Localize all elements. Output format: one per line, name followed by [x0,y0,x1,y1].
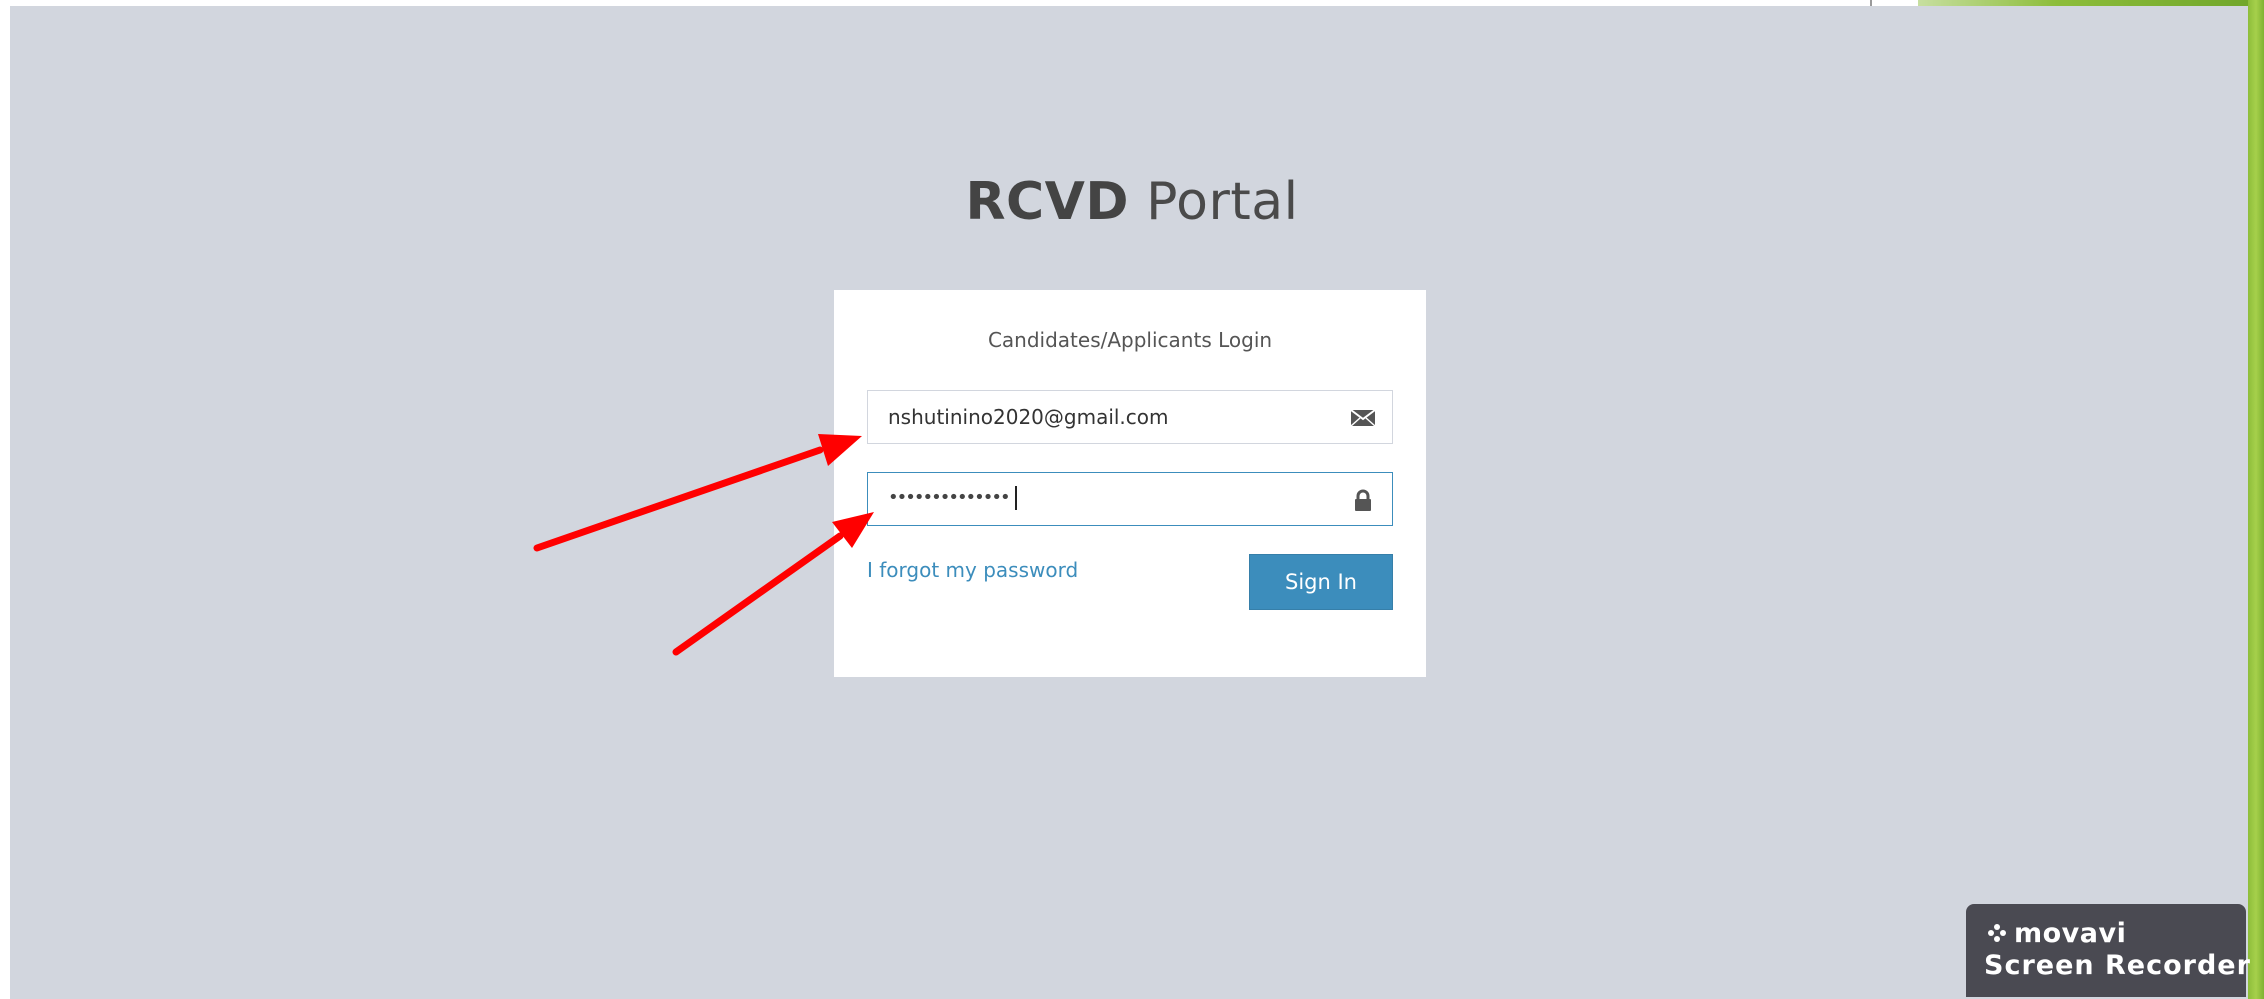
sign-in-button[interactable]: Sign In [1249,554,1393,610]
movavi-watermark: movavi Screen Recorder [1966,904,2250,997]
window-divider [1870,0,1872,6]
text-caret [1014,486,1017,510]
page-title: RCVD Portal [0,172,2264,232]
movavi-logo-icon [1988,924,2006,942]
login-box: Candidates/Applicants Login nshutinino20… [834,290,1426,677]
password-value: •••••••••••••• [888,486,1017,510]
movavi-brand: movavi [2014,917,2127,949]
login-subtitle: Candidates/Applicants Login [987,328,1273,352]
slide-decoration-edge [2248,0,2264,999]
password-field[interactable]: •••••••••••••• [867,472,1393,526]
password-mask: •••••••••••••• [888,487,1011,508]
envelope-icon [1350,409,1376,427]
movavi-product: Screen Recorder [1984,950,2251,981]
page-title-light: Portal [1129,172,1299,232]
lock-icon [1355,489,1371,511]
forgot-password-link[interactable]: I forgot my password [867,558,1078,582]
movavi-logo: movavi [1986,916,2126,950]
page-title-bold: RCVD [965,172,1130,232]
slide-decoration-top [1918,0,2264,6]
email-field[interactable]: nshutinino2020@gmail.com [867,390,1393,444]
screen: RCVD Portal Candidates/Applicants Login … [0,0,2264,999]
email-value: nshutinino2020@gmail.com [888,405,1169,429]
